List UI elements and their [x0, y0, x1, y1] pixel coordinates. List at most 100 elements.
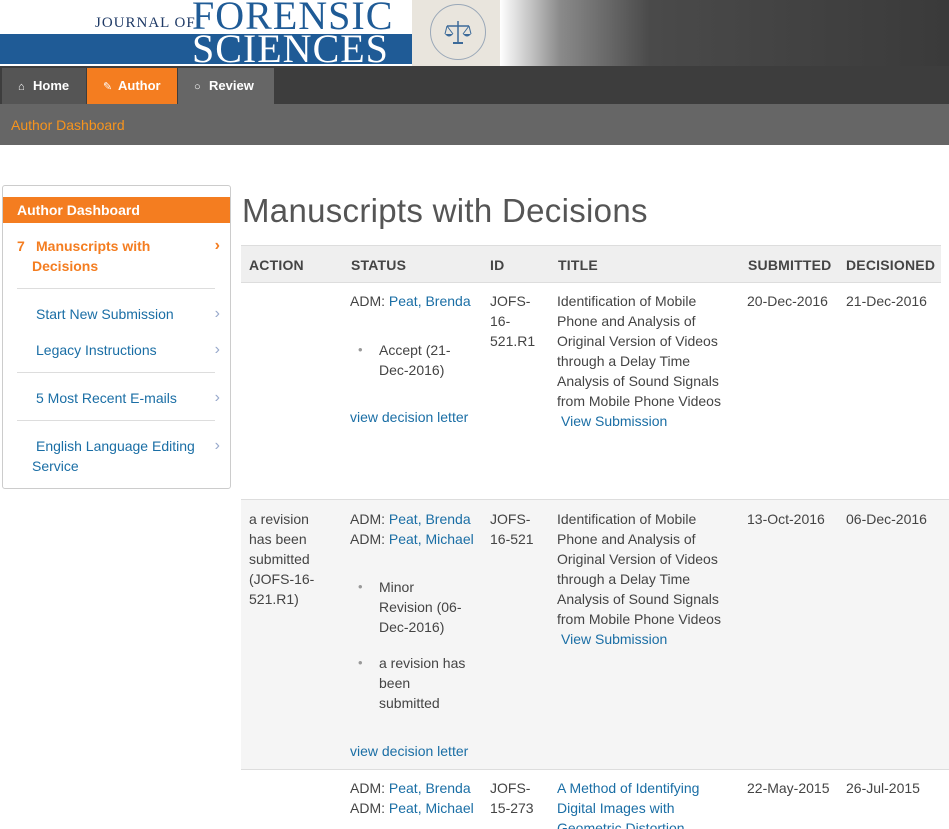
admin-name-link[interactable]: Peat, Michael [389, 531, 474, 547]
status-bullet: a revision has been submitted [358, 653, 466, 713]
sidebar-item-label: English Language Editing [36, 438, 195, 454]
column-header-status: STATUS [351, 257, 407, 273]
action-line: (JOFS-16- [249, 571, 315, 587]
column-header-submitted: SUBMITTED [748, 257, 832, 273]
table-row: a revision has been submitted (JOFS-16- … [241, 499, 949, 769]
status-admin: ADM: Peat, Brenda ADM: Peat, Michael [350, 778, 474, 818]
sub-nav: Author Dashboard [0, 104, 949, 145]
nav-home-label: Home [33, 78, 70, 93]
view-decision-letter-link[interactable]: view decision letter [350, 741, 468, 761]
table-row: ADM: Peat, Brenda ADM: Peat, Michael JOF… [241, 769, 949, 829]
nav-review-tab[interactable]: ○ Review [178, 68, 274, 104]
logo-sciences-word: SCIENCES [192, 26, 389, 71]
status-admin: ADM: Peat, Brenda [350, 291, 471, 311]
submitted-date: 20-Dec-2016 [747, 293, 828, 309]
id-line: 16- [490, 313, 511, 329]
comment-icon: ○ [194, 81, 201, 93]
admin-prefix: ADM: [350, 780, 385, 796]
view-decision-letter-link[interactable]: view decision letter [350, 407, 468, 427]
action-line: a revision [249, 511, 309, 527]
bullet-line: submitted [379, 695, 440, 711]
id-line: 16-521 [490, 531, 534, 547]
sidebar-divider [17, 420, 215, 421]
manuscript-id: JOFS- 15-273 [490, 778, 534, 818]
title-line: Original Version of Videos [557, 551, 718, 567]
journal-logo[interactable]: JOURNAL OF FORENSIC SCIENCES [0, 0, 500, 71]
bullet-line: Accept (21- [379, 342, 451, 358]
sidebar-divider [17, 372, 215, 373]
status-admin: ADM: Peat, Brenda ADM: Peat, Michael [350, 509, 474, 549]
action-line: 521.R1) [249, 591, 299, 607]
table-row: ADM: Peat, Brenda Accept (21- Dec-2016) … [241, 283, 949, 499]
page-title: Manuscripts with Decisions [242, 192, 648, 229]
bullet-line: Dec-2016) [379, 362, 445, 378]
manuscript-id: JOFS- 16-521 [490, 509, 534, 549]
logo-blue-bar [0, 34, 190, 64]
sidebar-title: Author Dashboard [3, 197, 230, 223]
title-line: Digital Images with [557, 800, 675, 816]
title-line: Original Version of Videos [557, 333, 718, 349]
nav-home-tab[interactable]: ⌂ Home [2, 68, 86, 104]
id-line: JOFS- [490, 780, 531, 796]
title-line: from Mobile Phone Videos [557, 611, 721, 627]
manuscript-title: Identification of Mobile Phone and Analy… [557, 509, 721, 649]
admin-prefix: ADM: [350, 511, 385, 527]
chevron-right-icon: › [214, 437, 220, 454]
nav-review-label: Review [209, 78, 254, 93]
id-line: 521.R1 [490, 333, 536, 349]
action-line: has been [249, 531, 307, 547]
submitted-date: 22-May-2015 [747, 780, 830, 796]
admin-name-link[interactable]: Peat, Michael [389, 800, 474, 816]
pencil-icon: ✎ [103, 81, 113, 93]
title-line: from Mobile Phone Videos [557, 393, 721, 409]
bullet-line: a revision has [379, 655, 466, 671]
submitted-date: 13-Oct-2016 [747, 511, 825, 527]
manuscript-id: JOFS- 16- 521.R1 [490, 291, 535, 351]
title-line: Identification of Mobile [557, 511, 697, 527]
decisioned-date: 21-Dec-2016 [846, 293, 927, 309]
sidebar-item-label-line2: Decisions [32, 258, 99, 274]
home-icon: ⌂ [18, 81, 25, 93]
sidebar-divider [17, 288, 215, 289]
sidebar-item-count: 7 [17, 238, 25, 254]
title-line: Geometric Distortion [557, 820, 685, 829]
status-bullet: Accept (21- Dec-2016) [358, 340, 451, 380]
id-line: 15-273 [490, 800, 534, 816]
column-header-title: TITLE [558, 257, 598, 273]
bullet-line: been [379, 675, 411, 691]
column-header-action: ACTION [249, 257, 304, 273]
title-line: Identification of Mobile [557, 293, 697, 309]
admin-name-link[interactable]: Peat, Brenda [389, 511, 471, 527]
decisioned-date: 26-Jul-2015 [846, 780, 920, 796]
bullet-line: Dec-2016) [379, 619, 445, 635]
chevron-right-icon: › [214, 389, 220, 406]
site-banner: JOURNAL OF FORENSIC SCIENCES [0, 0, 949, 71]
action-line: submitted [249, 551, 310, 567]
view-submission-link[interactable]: View Submission [561, 413, 667, 429]
id-line: JOFS- [490, 511, 531, 527]
manuscript-title-link[interactable]: A Method of Identifying Digital Images w… [557, 778, 699, 829]
admin-name-link[interactable]: Peat, Brenda [389, 780, 471, 796]
admin-prefix: ADM: [350, 293, 385, 309]
nav-author-label: Author [118, 78, 161, 93]
title-line: A Method of Identifying [557, 780, 700, 796]
sidebar-item-label: Start New Submission [36, 306, 174, 322]
status-bullet: Minor Revision (06- Dec-2016) [358, 577, 462, 637]
sidebar-item-label: Legacy Instructions [36, 342, 157, 358]
title-line: Phone and Analysis of [557, 531, 696, 547]
admin-prefix: ADM: [350, 800, 385, 816]
academy-seal-icon [412, 0, 500, 66]
column-header-id: ID [490, 257, 505, 273]
nav-author-tab[interactable]: ✎ Author [87, 68, 177, 104]
sidebar-item-label: 5 Most Recent E-mails [36, 390, 177, 406]
admin-name-link[interactable]: Peat, Brenda [389, 293, 471, 309]
sidebar-item-label-line2: Service [32, 458, 79, 474]
bullet-line: Minor [379, 579, 415, 595]
manuscript-title: Identification of Mobile Phone and Analy… [557, 291, 721, 431]
subnav-author-dashboard-link[interactable]: Author Dashboard [11, 117, 125, 133]
title-line: through a Delay Time [557, 571, 691, 587]
view-submission-link[interactable]: View Submission [561, 631, 667, 647]
title-line: through a Delay Time [557, 353, 691, 369]
sidebar: Author Dashboard 7 Manuscripts with Deci… [2, 185, 231, 489]
column-header-decisioned: DECISIONED [846, 257, 936, 273]
